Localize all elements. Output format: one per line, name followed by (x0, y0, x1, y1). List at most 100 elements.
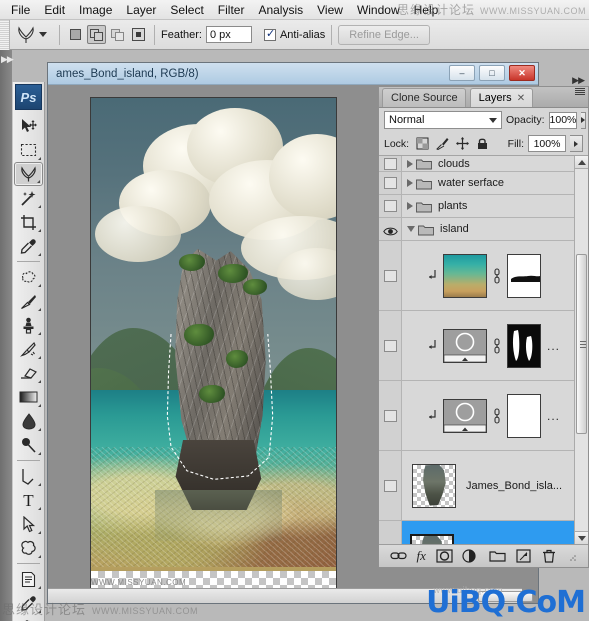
image-canvas[interactable]: WWW.MISSYUAN.COM (90, 97, 337, 602)
panel-collapse-chevron-icon[interactable]: ▶▶ (572, 75, 585, 86)
document-horizontal-scrollbar[interactable] (48, 588, 533, 603)
add-layer-mask-icon[interactable] (436, 548, 453, 564)
minimize-button[interactable]: – (449, 65, 475, 81)
tool-preset-chevron-down-icon[interactable] (39, 32, 47, 37)
eye-icon[interactable] (383, 409, 397, 422)
layer-row-adjustment-1[interactable]: ... (379, 311, 588, 381)
lock-position-icon[interactable] (456, 137, 470, 150)
fill-input[interactable]: 100% (528, 135, 566, 152)
eraser-tool[interactable] (14, 361, 43, 385)
add-to-selection-button[interactable] (87, 25, 106, 44)
hand-tool[interactable] (14, 615, 43, 621)
intersect-with-selection-button[interactable] (129, 25, 148, 44)
disclosure-triangle-icon[interactable] (407, 159, 413, 168)
visibility-toggle-james-bond-isla[interactable] (379, 451, 402, 520)
color-sampler-tool[interactable] (14, 591, 43, 615)
clone-stamp-tool[interactable] (14, 313, 43, 337)
layer-row-island[interactable]: island (379, 218, 588, 241)
brush-tool[interactable] (14, 289, 43, 313)
expand-panels-chevron-icon[interactable]: ▶▶ (1, 54, 14, 65)
layer-row-water-image[interactable] (379, 241, 588, 311)
layer-style-fx-icon[interactable]: fx (417, 548, 426, 564)
layer-thumbnail-james-bond-island[interactable] (410, 533, 454, 544)
disclosure-triangle-icon[interactable] (407, 226, 415, 232)
scroll-up-button[interactable] (575, 156, 588, 169)
layer-thumbnail-adjustment-1[interactable] (443, 328, 487, 363)
options-bar-gripper[interactable] (0, 19, 10, 50)
pen-tool[interactable] (14, 464, 43, 488)
opacity-input[interactable]: 100% (548, 111, 578, 129)
magic-wand-tool[interactable] (14, 186, 43, 210)
layer-list-scroll-thumb[interactable] (576, 254, 587, 434)
lock-image-pixels-icon[interactable] (436, 137, 449, 151)
layer-row-clouds[interactable]: clouds (379, 156, 588, 172)
feather-input[interactable] (205, 26, 252, 43)
refine-edge-button[interactable]: Refine Edge... (338, 24, 430, 45)
menu-item-analysis[interactable]: Analysis (251, 1, 310, 19)
visibility-toggle-water-image[interactable] (379, 241, 402, 310)
link-layers-icon[interactable] (390, 549, 407, 564)
lasso-tool[interactable] (14, 162, 43, 186)
disclosure-triangle-icon[interactable] (407, 179, 413, 187)
toolbar-collapse-rail[interactable]: ▶▶ (0, 50, 14, 621)
tab-layers[interactable]: Layers ✕ (469, 88, 534, 107)
eyedropper-tool[interactable] (14, 234, 43, 258)
subtract-from-selection-button[interactable] (108, 25, 127, 44)
eye-icon[interactable] (383, 269, 397, 282)
layer-thumbnail-james-bond-isla[interactable] (412, 463, 456, 508)
eye-icon[interactable] (383, 339, 397, 352)
menu-item-select[interactable]: Select (163, 1, 210, 19)
healing-brush-tool[interactable] (14, 265, 43, 289)
new-layer-icon[interactable] (516, 548, 533, 564)
menu-item-view[interactable]: View (310, 1, 350, 19)
delete-layer-icon[interactable] (542, 549, 559, 564)
layer-row-james-bond-isla[interactable]: James_Bond_isla... (379, 451, 588, 521)
visibility-toggle-adjustment-1[interactable] (379, 311, 402, 380)
link-mask-icon[interactable] (492, 337, 502, 354)
visibility-toggle-clouds[interactable] (379, 156, 402, 171)
history-brush-tool[interactable] (14, 337, 43, 361)
layer-row-plants[interactable]: plants (379, 195, 588, 218)
document-hscroll-thumb[interactable] (478, 591, 533, 602)
menu-item-file[interactable]: File (4, 1, 37, 19)
chevron-down-icon[interactable] (489, 118, 497, 123)
layer-mask-thumbnail-adjustment-1[interactable] (507, 323, 541, 368)
scroll-down-button[interactable] (575, 531, 588, 544)
eye-icon[interactable] (383, 200, 397, 212)
rectangular-marquee-tool[interactable] (14, 138, 43, 162)
checkbox-icon[interactable] (263, 27, 276, 41)
layer-mask-thumbnail-adjustment-2[interactable] (507, 393, 541, 438)
link-mask-icon[interactable] (492, 407, 502, 424)
layer-list-scrollbar[interactable] (574, 156, 588, 544)
layer-thumbnail-water[interactable] (443, 253, 487, 298)
layer-row-water-serface[interactable]: water serface (379, 172, 588, 195)
new-selection-button[interactable] (66, 25, 85, 44)
eye-icon[interactable] (382, 224, 398, 235)
link-mask-icon[interactable] (492, 267, 502, 284)
move-tool[interactable] (14, 114, 43, 138)
crop-tool[interactable] (14, 210, 43, 234)
close-button[interactable]: ✕ (509, 65, 535, 81)
lock-all-icon[interactable] (476, 137, 489, 150)
visibility-toggle-plants[interactable] (379, 195, 402, 217)
visibility-toggle-island[interactable] (379, 218, 402, 240)
anti-alias-checkbox[interactable]: Anti-alias (263, 27, 325, 41)
menu-item-filter[interactable]: Filter (211, 1, 252, 19)
panel-menu-icon[interactable] (575, 88, 585, 95)
fill-slider-button[interactable] (570, 135, 583, 152)
menu-item-help[interactable]: Help (407, 1, 446, 19)
visibility-toggle-water-serface[interactable] (379, 172, 402, 194)
type-tool[interactable]: T (14, 488, 43, 512)
custom-shape-tool[interactable] (14, 536, 43, 560)
layer-row-adjustment-2[interactable]: ... (379, 381, 588, 451)
layer-row-james-bond-island[interactable]: James_Bond_island (379, 521, 588, 544)
layer-thumbnail-adjustment-2[interactable] (443, 398, 487, 433)
new-adjustment-layer-icon[interactable] (462, 548, 479, 564)
menu-item-edit[interactable]: Edit (37, 1, 72, 19)
tab-clone-source[interactable]: Clone Source (382, 88, 466, 107)
eye-icon[interactable] (383, 157, 397, 170)
document-title-bar[interactable]: ames_Bond_island, RGB/8) – □ ✕ (48, 63, 538, 85)
close-icon[interactable]: ✕ (517, 93, 525, 104)
blur-tool[interactable] (14, 409, 43, 433)
dodge-tool[interactable] (14, 433, 43, 457)
